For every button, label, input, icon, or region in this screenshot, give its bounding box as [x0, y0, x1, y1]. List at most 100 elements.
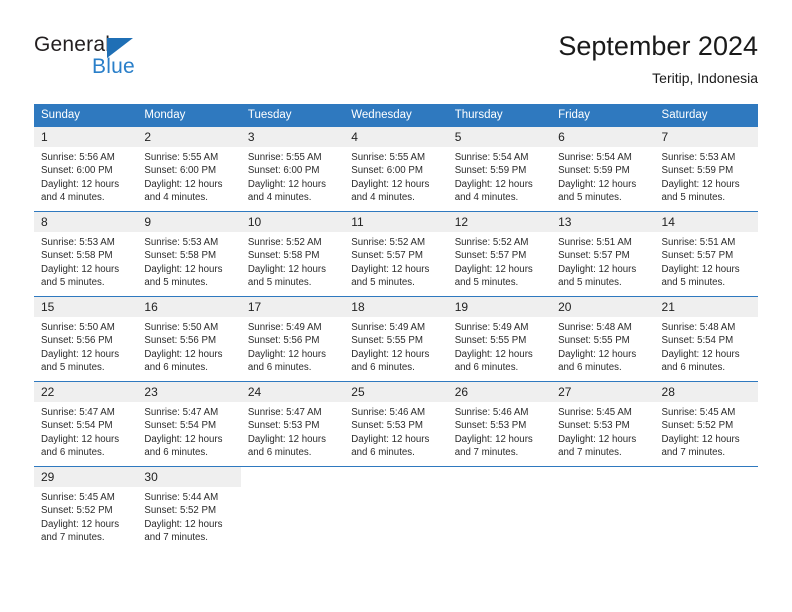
daylight-text-line1: Daylight: 12 hours [144, 433, 223, 445]
day-cell[interactable]: 28 Sunrise: 5:45 AM Sunset: 5:52 PM Dayl… [654, 381, 758, 467]
day-cell[interactable]: 20 Sunrise: 5:48 AM Sunset: 5:55 PM Dayl… [551, 296, 655, 382]
day-details: Sunrise: 5:53 AM Sunset: 5:58 PM Dayligh… [137, 232, 240, 289]
day-cell[interactable]: 27 Sunrise: 5:45 AM Sunset: 5:53 PM Dayl… [551, 381, 655, 467]
sunset-text: Sunset: 5:56 PM [247, 335, 320, 347]
day-number: 14 [654, 212, 758, 232]
sunset-text: Sunset: 5:58 PM [144, 250, 217, 262]
day-number: 5 [447, 127, 552, 147]
day-cell[interactable]: 5 Sunrise: 5:54 AM Sunset: 5:59 PM Dayli… [447, 126, 552, 212]
page-title: September 2024 [558, 31, 758, 61]
day-details: Sunrise: 5:53 AM Sunset: 5:58 PM Dayligh… [34, 232, 137, 289]
day-cell[interactable]: 10 Sunrise: 5:52 AM Sunset: 5:58 PM Dayl… [240, 211, 345, 297]
day-cell[interactable]: 6 Sunrise: 5:54 AM Sunset: 5:59 PM Dayli… [551, 126, 655, 212]
day-number: 27 [551, 382, 655, 402]
day-cell[interactable]: 24 Sunrise: 5:47 AM Sunset: 5:53 PM Dayl… [240, 381, 345, 467]
daylight-text-line1: Daylight: 12 hours [247, 263, 326, 275]
sunrise-text: Sunrise: 5:53 AM [661, 152, 736, 163]
calendar-header-row: Sunday Monday Tuesday Wednesday Thursday… [34, 104, 758, 127]
general-blue-logo[interactable]: General Blue [34, 33, 214, 85]
day-cell[interactable]: 11 Sunrise: 5:52 AM Sunset: 5:57 PM Dayl… [344, 211, 448, 297]
sunrise-text: Sunrise: 5:49 AM [247, 322, 322, 333]
sunrise-text: Sunrise: 5:49 AM [454, 322, 529, 333]
day-cell[interactable]: 29 Sunrise: 5:45 AM Sunset: 5:52 PM Dayl… [34, 466, 138, 551]
daylight-text-line2: and 5 minutes. [41, 361, 105, 373]
day-cell-empty [654, 466, 758, 551]
day-cell[interactable]: 17 Sunrise: 5:49 AM Sunset: 5:56 PM Dayl… [240, 296, 345, 382]
day-cell[interactable]: 30 Sunrise: 5:44 AM Sunset: 5:52 PM Dayl… [137, 466, 241, 551]
day-cell[interactable]: 2 Sunrise: 5:55 AM Sunset: 6:00 PM Dayli… [137, 126, 241, 212]
day-details [551, 487, 654, 491]
day-number: 17 [240, 297, 345, 317]
sunrise-text: Sunrise: 5:44 AM [144, 492, 219, 503]
sunrise-text: Sunrise: 5:56 AM [41, 152, 115, 163]
day-cell-empty [447, 466, 552, 551]
day-number: 22 [34, 382, 138, 402]
sunrise-text: Sunrise: 5:51 AM [661, 237, 736, 248]
daylight-text-line2: and 4 minutes. [351, 191, 415, 203]
day-cell[interactable]: 1 Sunrise: 5:56 AM Sunset: 6:00 PM Dayli… [34, 126, 138, 212]
day-details [344, 487, 447, 491]
daylight-text-line2: and 6 minutes. [41, 446, 105, 458]
daylight-text-line2: and 7 minutes. [558, 446, 622, 458]
day-details: Sunrise: 5:54 AM Sunset: 5:59 PM Dayligh… [448, 147, 551, 204]
day-number: 13 [551, 212, 655, 232]
day-details: Sunrise: 5:45 AM Sunset: 5:53 PM Dayligh… [551, 402, 654, 459]
daylight-text-line1: Daylight: 12 hours [661, 178, 740, 190]
daylight-text-line1: Daylight: 12 hours [144, 348, 223, 360]
day-cell[interactable]: 15 Sunrise: 5:50 AM Sunset: 5:56 PM Dayl… [34, 296, 138, 382]
day-cell[interactable]: 23 Sunrise: 5:47 AM Sunset: 5:54 PM Dayl… [137, 381, 241, 467]
day-cell[interactable]: 18 Sunrise: 5:49 AM Sunset: 5:55 PM Dayl… [344, 296, 448, 382]
day-number [655, 467, 758, 487]
sunset-text: Sunset: 5:52 PM [144, 505, 217, 517]
daylight-text-line2: and 4 minutes. [144, 191, 208, 203]
day-cell[interactable]: 14 Sunrise: 5:51 AM Sunset: 5:57 PM Dayl… [654, 211, 758, 297]
sunrise-text: Sunrise: 5:48 AM [558, 322, 632, 333]
sunset-text: Sunset: 5:58 PM [247, 250, 320, 262]
day-cell[interactable]: 22 Sunrise: 5:47 AM Sunset: 5:54 PM Dayl… [34, 381, 138, 467]
day-cell[interactable]: 4 Sunrise: 5:55 AM Sunset: 6:00 PM Dayli… [344, 126, 448, 212]
day-details: Sunrise: 5:48 AM Sunset: 5:54 PM Dayligh… [655, 317, 758, 374]
day-cell[interactable]: 7 Sunrise: 5:53 AM Sunset: 5:59 PM Dayli… [654, 126, 758, 212]
day-details: Sunrise: 5:55 AM Sunset: 6:00 PM Dayligh… [241, 147, 344, 204]
day-cell[interactable]: 19 Sunrise: 5:49 AM Sunset: 5:55 PM Dayl… [447, 296, 552, 382]
day-cell[interactable]: 25 Sunrise: 5:46 AM Sunset: 5:53 PM Dayl… [344, 381, 448, 467]
sunrise-text: Sunrise: 5:52 AM [454, 237, 529, 248]
daylight-text-line2: and 6 minutes. [454, 361, 519, 373]
day-cell[interactable]: 9 Sunrise: 5:53 AM Sunset: 5:58 PM Dayli… [137, 211, 241, 297]
day-number: 28 [654, 382, 758, 402]
day-number: 23 [137, 382, 241, 402]
sunset-text: Sunset: 5:53 PM [351, 420, 423, 432]
daylight-text-line2: and 6 minutes. [247, 446, 312, 458]
day-number: 25 [344, 382, 448, 402]
title-block: September 2024 Teritip, Indonesia [558, 30, 758, 88]
daylight-text-line2: and 6 minutes. [351, 446, 415, 458]
sunset-text: Sunset: 5:54 PM [661, 335, 734, 347]
daylight-text-line1: Daylight: 12 hours [661, 263, 740, 275]
day-cell[interactable]: 12 Sunrise: 5:52 AM Sunset: 5:57 PM Dayl… [447, 211, 552, 297]
daylight-text-line1: Daylight: 12 hours [41, 178, 120, 190]
daylight-text-line2: and 5 minutes. [41, 276, 105, 288]
sunset-text: Sunset: 5:53 PM [558, 420, 630, 432]
daylight-text-line1: Daylight: 12 hours [41, 263, 120, 275]
daylight-text-line2: and 6 minutes. [558, 361, 622, 373]
day-number: 2 [137, 127, 241, 147]
day-cell[interactable]: 8 Sunrise: 5:53 AM Sunset: 5:58 PM Dayli… [34, 211, 138, 297]
day-number: 4 [344, 127, 448, 147]
day-cell[interactable]: 16 Sunrise: 5:50 AM Sunset: 5:56 PM Dayl… [137, 296, 241, 382]
day-number [241, 467, 344, 487]
daylight-text-line1: Daylight: 12 hours [41, 348, 120, 360]
daylight-text-line1: Daylight: 12 hours [661, 433, 740, 445]
sunrise-text: Sunrise: 5:47 AM [41, 407, 115, 418]
day-number: 7 [654, 127, 758, 147]
day-details: Sunrise: 5:52 AM Sunset: 5:57 PM Dayligh… [344, 232, 447, 289]
day-cell[interactable]: 3 Sunrise: 5:55 AM Sunset: 6:00 PM Dayli… [240, 126, 345, 212]
day-cell[interactable]: 26 Sunrise: 5:46 AM Sunset: 5:53 PM Dayl… [447, 381, 552, 467]
day-cell[interactable]: 21 Sunrise: 5:48 AM Sunset: 5:54 PM Dayl… [654, 296, 758, 382]
sunset-text: Sunset: 5:52 PM [661, 420, 734, 432]
sunrise-text: Sunrise: 5:49 AM [351, 322, 426, 333]
calendar-week-row: 1 Sunrise: 5:56 AM Sunset: 6:00 PM Dayli… [34, 126, 758, 212]
day-cell[interactable]: 13 Sunrise: 5:51 AM Sunset: 5:57 PM Dayl… [551, 211, 655, 297]
daylight-text-line2: and 5 minutes. [661, 276, 726, 288]
daylight-text-line2: and 5 minutes. [454, 276, 519, 288]
sunrise-text: Sunrise: 5:55 AM [351, 152, 426, 163]
